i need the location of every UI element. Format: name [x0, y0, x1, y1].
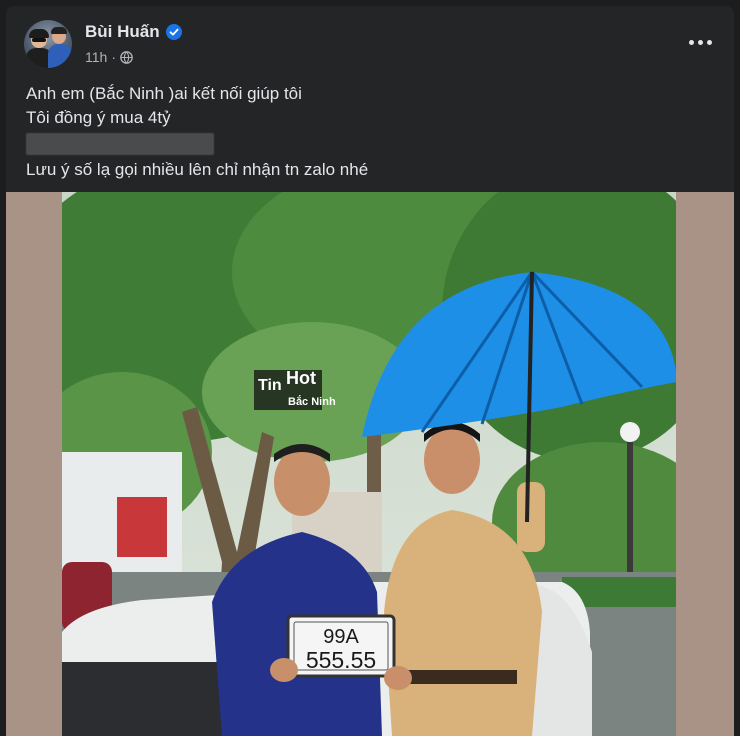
post-line: Anh em (Bắc Ninh )ai kết nối giúp tôi [26, 84, 302, 103]
meta-separator: · [111, 49, 116, 65]
more-options-icon[interactable] [688, 34, 712, 50]
post-text: Anh em (Bắc Ninh )ai kết nối giúp tôi Tô… [26, 82, 716, 182]
post-line: Tôi đồng ý mua 4tỷ [26, 108, 171, 127]
post-media[interactable]: Tin Hot Bắc Ninh 99A 555.55 [6, 192, 734, 736]
plate-line1: 99A [323, 626, 359, 648]
post-header: Bùi Huấn 11h · [6, 6, 734, 78]
author-avatar[interactable] [24, 20, 72, 68]
post-line: Lưu ý số lạ gọi nhiều lên chỉ nhận tn za… [26, 160, 369, 179]
plate-line2: 555.55 [306, 647, 376, 673]
watermark-tin: Tin [258, 377, 282, 394]
globe-icon[interactable] [120, 50, 133, 64]
redacted-phone-number [26, 133, 214, 155]
watermark-hot: Hot [286, 368, 316, 388]
post-photo[interactable]: Tin Hot Bắc Ninh 99A 555.55 [62, 192, 676, 736]
photo-scene: Tin Hot Bắc Ninh 99A 555.55 [62, 192, 676, 736]
post-time[interactable]: 11h [85, 49, 107, 65]
author-row: Bùi Huấn [85, 22, 182, 42]
post-meta: 11h · [85, 49, 133, 65]
author-name[interactable]: Bùi Huấn [85, 22, 160, 42]
watermark-sub: Bắc Ninh [288, 395, 336, 408]
verified-badge-icon [165, 24, 182, 40]
facebook-post: Bùi Huấn 11h · Anh em (Bắc Ninh )ai kết … [6, 6, 734, 736]
